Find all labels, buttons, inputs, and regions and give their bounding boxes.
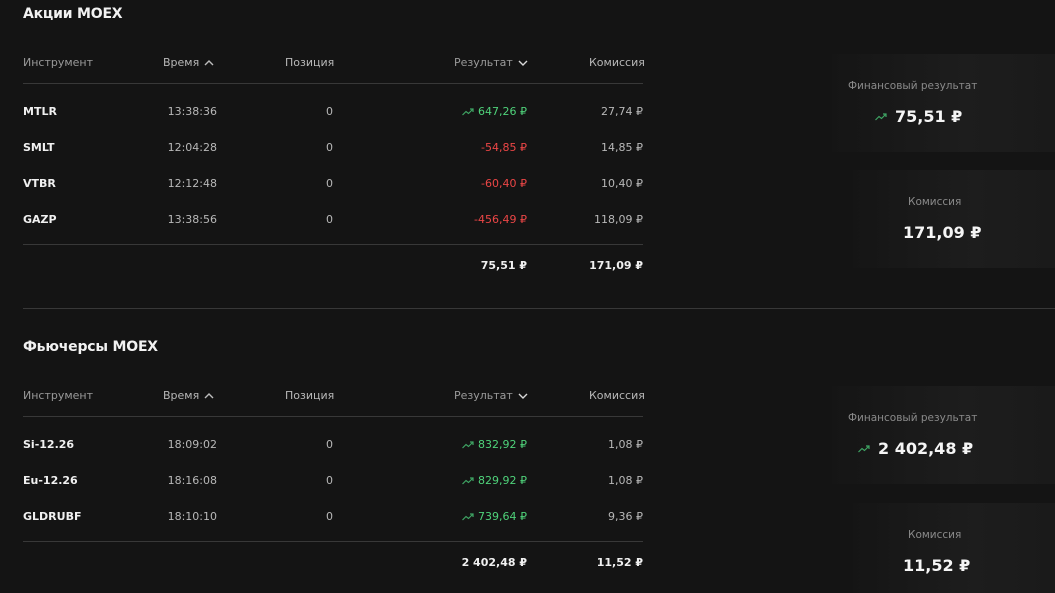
section-title: Фьючерсы MOEX — [23, 339, 158, 355]
total-result: 75,51 ₽ — [480, 259, 527, 272]
table-body: MTLR 13:38:36 0 647,26 ₽ 27,74 ₽ SMLT 12… — [23, 84, 643, 238]
position-cell: 0 — [326, 438, 333, 451]
table-row[interactable]: Eu-12.26 18:16:08 0 829,92 ₽ 1,08 ₽ — [23, 463, 643, 499]
commission-card: Комиссия 171,09 ₽ — [853, 170, 1055, 268]
position-cell: 0 — [326, 177, 333, 190]
section-title: Акции MOEX — [23, 6, 123, 22]
result-cell: 829,92 ₽ — [462, 474, 527, 487]
header-result[interactable]: Результат — [454, 56, 528, 69]
section-divider — [23, 308, 1055, 309]
header-time[interactable]: Время — [163, 389, 214, 402]
table-header: Инструмент Время Позиция Результат Комис… — [23, 377, 645, 417]
financial-result-label: Финансовый результат — [848, 412, 978, 424]
commission-card: Комиссия 11,52 ₽ — [853, 503, 1055, 593]
trend-up-icon — [462, 107, 474, 115]
trend-up-icon — [875, 112, 887, 120]
chevron-down-icon — [518, 60, 528, 66]
financial-result-value: 2 402,48 ₽ — [858, 439, 973, 458]
trades-table: Инструмент Время Позиция Результат Комис… — [23, 44, 645, 288]
commission-cell: 14,85 ₽ — [601, 141, 643, 154]
result-cell: 832,92 ₽ — [462, 438, 527, 451]
financial-result-card: Финансовый результат 75,51 ₽ — [832, 54, 1055, 152]
table-row[interactable]: Si-12.26 18:09:02 0 832,92 ₽ 1,08 ₽ — [23, 427, 643, 463]
table-header: Инструмент Время Позиция Результат Комис… — [23, 44, 645, 84]
instrument-cell: Si-12.26 — [23, 438, 75, 451]
total-result: 2 402,48 ₽ — [461, 556, 527, 569]
table-row[interactable]: GAZP 13:38:56 0 -456,49 ₽ 118,09 ₽ — [23, 202, 643, 238]
table-totals: 2 402,48 ₽ 11,52 ₽ — [23, 541, 643, 585]
commission-cell: 1,08 ₽ — [608, 438, 643, 451]
commission-cell: 10,40 ₽ — [601, 177, 643, 190]
table-body: Si-12.26 18:09:02 0 832,92 ₽ 1,08 ₽ Eu-1… — [23, 417, 643, 535]
header-instrument[interactable]: Инструмент — [23, 56, 93, 69]
commission-value: 171,09 ₽ — [903, 223, 982, 242]
table-row[interactable]: MTLR 13:38:36 0 647,26 ₽ 27,74 ₽ — [23, 94, 643, 130]
table-row[interactable]: GLDRUBF 18:10:10 0 739,64 ₽ 9,36 ₽ — [23, 499, 643, 535]
header-position[interactable]: Позиция — [285, 389, 334, 402]
chevron-down-icon — [518, 393, 528, 399]
header-result[interactable]: Результат — [454, 389, 528, 402]
instrument-cell: Eu-12.26 — [23, 474, 78, 487]
trend-up-icon — [858, 444, 870, 452]
header-commission[interactable]: Комиссия — [589, 56, 645, 69]
instrument-cell: VTBR — [23, 177, 56, 190]
commission-cell: 1,08 ₽ — [608, 474, 643, 487]
trend-up-icon — [462, 476, 474, 484]
time-cell: 13:38:56 — [167, 213, 217, 226]
commission-cell: 27,74 ₽ — [601, 105, 643, 118]
instrument-cell: GAZP — [23, 213, 57, 226]
result-cell: -54,85 ₽ — [481, 141, 527, 154]
result-cell: -60,40 ₽ — [481, 177, 527, 190]
table-row[interactable]: SMLT 12:04:28 0 -54,85 ₽ 14,85 ₽ — [23, 130, 643, 166]
position-cell: 0 — [326, 141, 333, 154]
header-position[interactable]: Позиция — [285, 56, 334, 69]
trend-up-icon — [462, 440, 474, 448]
position-cell: 0 — [326, 213, 333, 226]
header-commission[interactable]: Комиссия — [589, 389, 645, 402]
commission-cell: 118,09 ₽ — [594, 213, 643, 226]
commission-cell: 9,36 ₽ — [608, 510, 643, 523]
instrument-cell: MTLR — [23, 105, 57, 118]
financial-result-value: 75,51 ₽ — [875, 107, 962, 126]
instrument-cell: SMLT — [23, 141, 55, 154]
time-cell: 12:04:28 — [167, 141, 217, 154]
trades-table: Инструмент Время Позиция Результат Комис… — [23, 377, 645, 585]
time-cell: 18:09:02 — [167, 438, 217, 451]
total-commission: 11,52 ₽ — [596, 556, 643, 569]
financial-result-card: Финансовый результат 2 402,48 ₽ — [832, 386, 1055, 484]
header-time[interactable]: Время — [163, 56, 214, 69]
time-cell: 18:16:08 — [167, 474, 217, 487]
financial-result-label: Финансовый результат — [848, 80, 978, 92]
result-cell: -456,49 ₽ — [474, 213, 527, 226]
position-cell: 0 — [326, 510, 333, 523]
position-cell: 0 — [326, 474, 333, 487]
header-instrument[interactable]: Инструмент — [23, 389, 93, 402]
instrument-cell: GLDRUBF — [23, 510, 82, 523]
time-cell: 13:38:36 — [167, 105, 217, 118]
table-row[interactable]: VTBR 12:12:48 0 -60,40 ₽ 10,40 ₽ — [23, 166, 643, 202]
result-cell: 647,26 ₽ — [462, 105, 527, 118]
total-commission: 171,09 ₽ — [589, 259, 643, 272]
result-cell: 739,64 ₽ — [462, 510, 527, 523]
chevron-up-icon — [204, 59, 214, 65]
commission-value: 11,52 ₽ — [903, 556, 971, 575]
position-cell: 0 — [326, 105, 333, 118]
time-cell: 12:12:48 — [167, 177, 217, 190]
chevron-up-icon — [204, 392, 214, 398]
commission-label: Комиссия — [908, 196, 962, 208]
commission-label: Комиссия — [908, 529, 962, 541]
table-totals: 75,51 ₽ 171,09 ₽ — [23, 244, 643, 288]
time-cell: 18:10:10 — [167, 510, 217, 523]
trend-up-icon — [462, 512, 474, 520]
